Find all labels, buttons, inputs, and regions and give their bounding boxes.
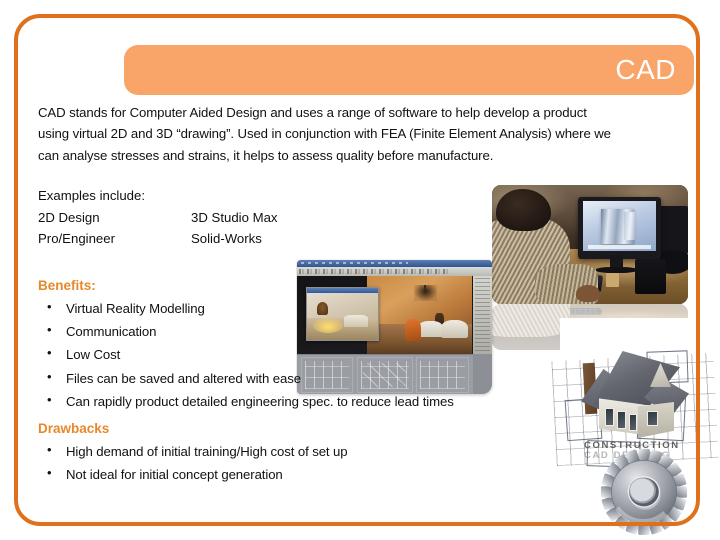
example-name: Solid-Works — [191, 230, 262, 246]
intro-paragraph: CAD stands for Computer Aided Design and… — [38, 105, 611, 163]
list-item: Can rapidly product detailed engineering… — [38, 389, 638, 413]
list-item: Files can be saved and altered with ease — [38, 366, 638, 390]
drawbacks-list: High demand of initial training/High cos… — [38, 439, 638, 486]
examples-row: 2D Design 3D Studio Max — [38, 207, 638, 228]
list-item: Communication — [38, 319, 638, 343]
list-item: High demand of initial training/High cos… — [38, 439, 638, 463]
page-title: CAD — [615, 54, 676, 85]
example-name: 3D Studio Max — [191, 209, 278, 225]
drawbacks-heading: Drawbacks — [38, 421, 110, 437]
list-item: Low Cost — [38, 342, 638, 366]
benefits-list: Virtual Reality Modelling Communication … — [38, 296, 638, 413]
slide-canvas: CONSTRUCTION CAD DRAWING — [0, 0, 720, 540]
benefits-heading: Benefits: — [38, 278, 96, 294]
list-item: Not ideal for initial concept generation — [38, 462, 638, 486]
list-item: Virtual Reality Modelling — [38, 296, 638, 320]
title-banner: CAD — [124, 45, 694, 95]
examples-section: Examples include: 2D Design 3D Studio Ma… — [38, 185, 638, 249]
example-name: Pro/Engineer — [38, 230, 115, 246]
example-name: 2D Design — [38, 209, 100, 225]
examples-row: Pro/Engineer Solid-Works — [38, 228, 638, 249]
examples-heading: Examples include: — [38, 188, 146, 204]
slide-content: CAD stands for Computer Aided Design and… — [38, 102, 638, 486]
